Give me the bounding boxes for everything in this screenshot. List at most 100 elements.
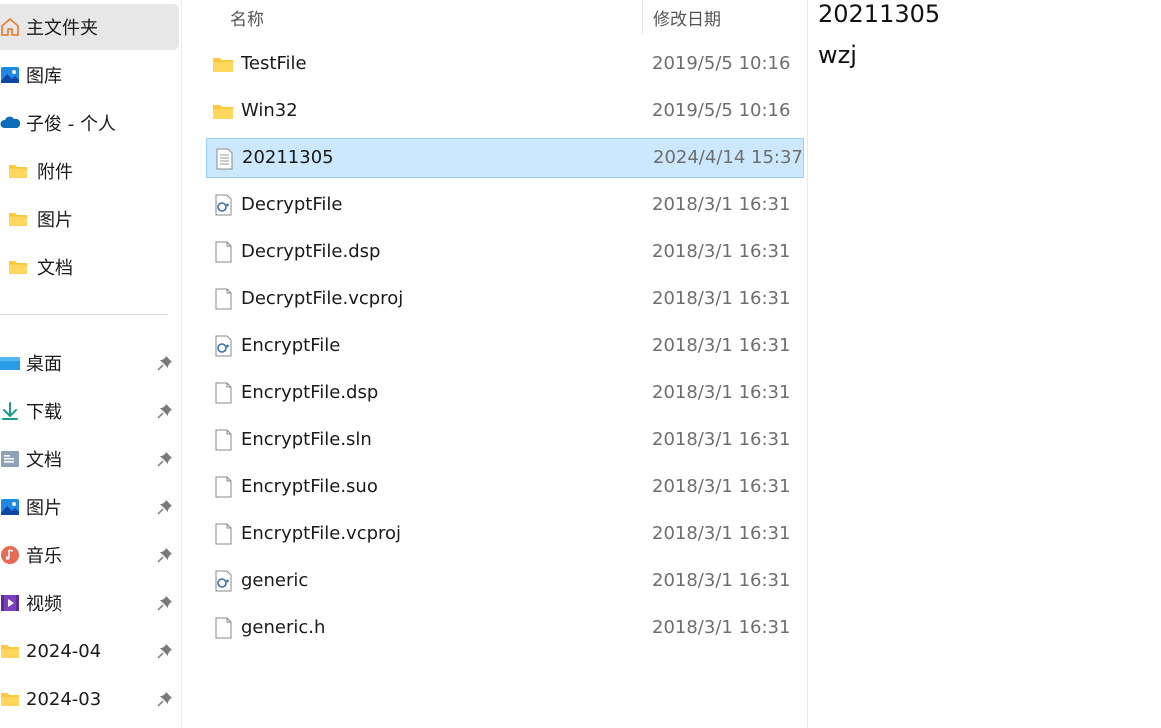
- file-name: DecryptFile: [241, 194, 343, 215]
- preview-pane: 20211305 wzj: [807, 0, 1161, 728]
- file-row[interactable]: DecryptFile.vcproj 2018/3/1 16:31: [206, 279, 804, 319]
- cpp-source-file-icon: [215, 335, 232, 357]
- sidebar-item-label: 图片: [37, 210, 73, 231]
- file-explorer-window: 主文件夹 图库 子俊 - 个人 附件 图片 文档 桌面 下载 文档 图片 音乐 …: [0, 0, 1161, 728]
- file-icon: [215, 523, 232, 545]
- file-row[interactable]: 20211305 2024/4/14 15:37: [206, 138, 804, 178]
- file-icon: [215, 617, 232, 639]
- sidebar-item-label: 文档: [26, 450, 62, 471]
- sidebar-item-gallery[interactable]: 图库: [0, 52, 179, 98]
- preview-text-line: wzj: [818, 41, 857, 69]
- file-icon: [215, 429, 232, 451]
- file-row[interactable]: generic 2018/3/1 16:31: [206, 561, 804, 601]
- cpp-source-file-icon: [215, 570, 232, 592]
- sidebar-item-label: 2024-03: [26, 688, 102, 710]
- pin-icon[interactable]: [157, 451, 173, 467]
- sidebar-item-videos[interactable]: 视频: [0, 580, 179, 626]
- file-row[interactable]: EncryptFile 2018/3/1 16:31: [206, 326, 804, 366]
- sidebar-item-music[interactable]: 音乐: [0, 532, 179, 578]
- file-modified-date: 2018/3/1 16:31: [652, 523, 791, 544]
- sidebar-item-documents-onedrive[interactable]: 文档: [0, 244, 179, 290]
- text-file-icon: [216, 148, 233, 170]
- file-name: EncryptFile.vcproj: [241, 523, 402, 544]
- sidebar-item-label: 图片: [26, 498, 62, 519]
- column-header-name[interactable]: 名称: [230, 0, 264, 34]
- sidebar-item-pictures-onedrive[interactable]: 图片: [0, 196, 179, 242]
- file-row[interactable]: TestFile 2019/5/5 10:16: [206, 44, 804, 84]
- sidebar-item-downloads[interactable]: 下载: [0, 388, 179, 434]
- pictures-icon: [1, 499, 19, 515]
- sidebar-item-label: 视频: [26, 594, 62, 615]
- file-name: generic.h: [241, 617, 326, 638]
- sidebar-item-label: 子俊 - 个人: [26, 114, 116, 135]
- sidebar-item-label: 主文件夹: [26, 18, 98, 39]
- file-row[interactable]: Win32 2019/5/5 10:16: [206, 91, 804, 131]
- file-name: EncryptFile: [241, 335, 341, 356]
- videos-icon: [1, 595, 19, 611]
- file-modified-date: 2018/3/1 16:31: [652, 570, 791, 591]
- file-icon: [215, 288, 232, 310]
- sidebar-item-label: 音乐: [26, 546, 62, 567]
- column-header-modified[interactable]: 修改日期: [653, 0, 721, 34]
- folder-icon: [1, 693, 19, 706]
- onedrive-cloud-icon: [0, 116, 20, 128]
- sidebar-item-label: 附件: [37, 162, 73, 183]
- file-row[interactable]: DecryptFile.dsp 2018/3/1 16:31: [206, 232, 804, 272]
- sidebar-item-2024-03[interactable]: 2024-03: [0, 676, 179, 722]
- sidebar-divider: [0, 314, 168, 315]
- file-name: DecryptFile.vcproj: [241, 288, 404, 309]
- file-modified-date: 2018/3/1 16:31: [652, 194, 791, 215]
- pin-icon[interactable]: [157, 403, 173, 419]
- home-icon: [1, 18, 19, 36]
- sidebar-item-label: 图库: [26, 66, 62, 87]
- download-icon: [2, 402, 18, 420]
- file-icon: [215, 476, 232, 498]
- file-modified-date: 2019/5/5 10:16: [652, 100, 791, 121]
- pin-icon[interactable]: [157, 643, 173, 659]
- file-name: generic: [241, 570, 309, 591]
- pin-icon[interactable]: [157, 595, 173, 611]
- folder-icon: [9, 165, 27, 178]
- folder-icon: [9, 213, 27, 226]
- sidebar-item-documents[interactable]: 文档: [0, 436, 179, 482]
- file-name: EncryptFile.suo: [241, 476, 378, 497]
- file-icon: [215, 382, 232, 404]
- file-icon: [215, 241, 232, 263]
- file-row[interactable]: EncryptFile.vcproj 2018/3/1 16:31: [206, 514, 804, 554]
- gallery-icon: [1, 67, 19, 83]
- file-modified-date: 2019/5/5 10:16: [652, 53, 791, 74]
- pin-icon[interactable]: [157, 691, 173, 707]
- file-name: Win32: [241, 100, 298, 121]
- file-name: DecryptFile.dsp: [241, 241, 381, 262]
- pin-icon[interactable]: [157, 499, 173, 515]
- music-icon: [1, 546, 19, 564]
- file-modified-date: 2018/3/1 16:31: [652, 429, 791, 450]
- sidebar-item-home[interactable]: 主文件夹: [0, 4, 179, 50]
- file-row[interactable]: EncryptFile.dsp 2018/3/1 16:31: [206, 373, 804, 413]
- file-row[interactable]: DecryptFile 2018/3/1 16:31: [206, 185, 804, 225]
- file-row[interactable]: generic.h 2018/3/1 16:31: [206, 608, 804, 648]
- pin-icon[interactable]: [157, 355, 173, 371]
- file-name: TestFile: [241, 53, 307, 74]
- sidebar-item-pictures[interactable]: 图片: [0, 484, 179, 530]
- file-name: EncryptFile.dsp: [241, 382, 379, 403]
- navigation-pane: 主文件夹 图库 子俊 - 个人 附件 图片 文档 桌面 下载 文档 图片 音乐 …: [0, 0, 182, 728]
- sidebar-item-desktop[interactable]: 桌面: [0, 340, 179, 386]
- sidebar-item-label: 桌面: [26, 354, 62, 375]
- documents-icon: [1, 451, 19, 467]
- column-separator[interactable]: [642, 0, 643, 34]
- pin-icon[interactable]: [157, 547, 173, 563]
- preview-text-line: 20211305: [818, 0, 941, 28]
- file-modified-date: 2018/3/1 16:31: [652, 617, 791, 638]
- sidebar-item-onedrive[interactable]: 子俊 - 个人: [0, 100, 179, 146]
- sidebar-item-attachments[interactable]: 附件: [0, 148, 179, 194]
- sidebar-item-2024-04[interactable]: 2024-04: [0, 628, 179, 674]
- file-row[interactable]: EncryptFile.suo 2018/3/1 16:31: [206, 467, 804, 507]
- file-name: EncryptFile.sln: [241, 429, 372, 450]
- file-row[interactable]: EncryptFile.sln 2018/3/1 16:31: [206, 420, 804, 460]
- file-modified-date: 2024/4/14 15:37: [653, 147, 803, 168]
- file-modified-date: 2018/3/1 16:31: [652, 288, 791, 309]
- folder-icon: [9, 261, 27, 274]
- sidebar-item-label: 2024-04: [26, 640, 102, 662]
- sidebar-item-label: 文档: [37, 258, 73, 279]
